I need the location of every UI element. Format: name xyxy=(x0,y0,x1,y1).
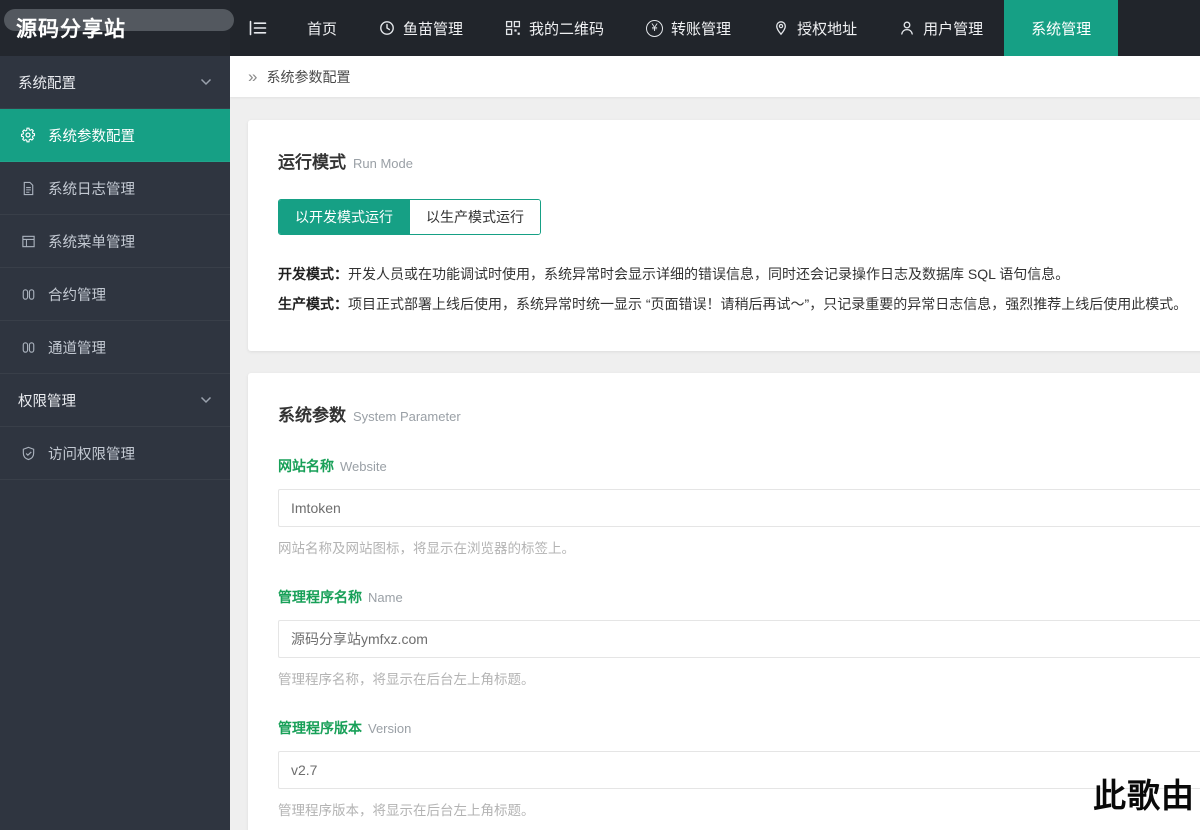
sidebar-item-system-menu-management[interactable]: 系统菜单管理 xyxy=(0,215,230,268)
topbar: 源码分享站 首页 鱼苗管理 我的二维码 ¥ 转账管理 授权地址 用户管理 系统管… xyxy=(0,0,1200,56)
sidebar-item-label: 系统菜单管理 xyxy=(48,234,135,251)
sidebar-item-label: 访问权限管理 xyxy=(48,446,135,463)
system-parameters-card: 系统参数System Parameter 网站名称Website 网站名称及网站… xyxy=(248,373,1200,830)
shield-check-icon xyxy=(18,446,38,461)
sidebar-toggle-button[interactable] xyxy=(230,0,286,56)
run-mode-button-group: 以开发模式运行 以生产模式运行 xyxy=(278,199,541,235)
field-label: 管理程序版本 Version xyxy=(278,720,412,737)
sidebar-section-label: 系统配置 xyxy=(18,75,76,92)
sidebar-item-channel-management[interactable]: 通道管理 xyxy=(0,321,230,374)
sidebar-section-label: 权限管理 xyxy=(18,393,76,410)
clock-icon xyxy=(379,20,395,36)
mode-descriptions: 开发模式：开发人员或在功能调试时使用，系统异常时会显示详细的错误信息，同时还会记… xyxy=(278,259,1200,319)
sidebar-item-access-permission-management[interactable]: 访问权限管理 xyxy=(0,427,230,480)
sidebar-item-system-log-management[interactable]: 系统日志管理 xyxy=(0,162,230,215)
nav-item-fry-management[interactable]: 鱼苗管理 xyxy=(358,0,484,56)
video-subtitle-watermark: 此歌由 xyxy=(1093,776,1195,815)
content: 运行模式 Run Mode 以开发模式运行 以生产模式运行 开发模式：开发人员或在… xyxy=(230,97,1200,830)
field-help-text: 管理程序名称，将显示在后台左上角标题。 xyxy=(278,672,535,688)
dev-mode-button[interactable]: 以开发模式运行 xyxy=(279,200,409,234)
admin-name-field: 管理程序名称Name 管理程序名称，将显示在后台左上角标题。 xyxy=(278,587,1200,688)
card-subtitle: System Parameter xyxy=(353,409,461,425)
dev-mode-description: 开发模式：开发人员或在功能调试时使用，系统异常时会显示详细的错误信息，同时还会记… xyxy=(278,266,1070,282)
contract-icon xyxy=(18,287,38,302)
nav-item-label: 鱼苗管理 xyxy=(403,20,464,38)
sidebar-item-label: 通道管理 xyxy=(48,340,106,357)
prod-mode-button[interactable]: 以生产模式运行 xyxy=(409,200,540,234)
breadcrumb: » 系统参数配置 xyxy=(230,56,1200,97)
menu-icon xyxy=(249,20,267,36)
sidebar-section-permission-management[interactable]: 权限管理 xyxy=(0,374,230,427)
sidebar-item-contract-management[interactable]: 合约管理 xyxy=(0,268,230,321)
nav-item-system-management[interactable]: 系统管理 xyxy=(1004,0,1119,56)
nav-item-label: 授权地址 xyxy=(797,20,858,38)
document-icon xyxy=(18,181,38,196)
nav-item-my-qrcode[interactable]: 我的二维码 xyxy=(484,0,625,56)
field-label: 管理程序名称 Name xyxy=(278,589,403,606)
field-help-text: 网站名称及网站图标，将显示在浏览器的标签上。 xyxy=(278,541,575,557)
sidebar-section-system-config[interactable]: 系统配置 xyxy=(0,56,230,109)
sidebar-item-system-parameter-config[interactable]: 系统参数配置 xyxy=(0,109,230,162)
yen-icon: ¥ xyxy=(646,19,664,37)
menu-table-icon xyxy=(18,234,38,249)
sidebar-item-label: 系统参数配置 xyxy=(48,128,135,145)
qr-code-icon xyxy=(505,20,521,36)
card-title: 系统参数 System Parameter xyxy=(278,406,461,426)
nav-item-home[interactable]: 首页 xyxy=(286,0,358,56)
website-name-input[interactable] xyxy=(278,489,1200,528)
admin-name-input[interactable] xyxy=(278,620,1200,659)
sidebar: 系统配置 系统参数配置 系统日志管理 系统菜单管理 合约管理 通道管理 权限管理… xyxy=(0,56,230,830)
breadcrumb-current: 系统参数配置 xyxy=(266,68,351,85)
breadcrumb-icon: » xyxy=(248,67,258,86)
top-navigation: 首页 鱼苗管理 我的二维码 ¥ 转账管理 授权地址 用户管理 系统管理 xyxy=(230,0,1119,56)
main-area: » 系统参数配置 运行模式 Run Mode 以开发模式运行 以生产模式运行 开发… xyxy=(230,56,1200,830)
sidebar-item-label: 合约管理 xyxy=(48,287,106,304)
chevron-down-icon xyxy=(200,396,212,404)
channel-icon xyxy=(18,340,38,355)
field-label: 网站名称 Website xyxy=(278,458,387,475)
nav-item-label: 首页 xyxy=(307,20,338,38)
map-pin-icon xyxy=(773,20,789,36)
chevron-down-icon xyxy=(200,78,212,86)
run-mode-card: 运行模式 Run Mode 以开发模式运行 以生产模式运行 开发模式：开发人员或在… xyxy=(248,120,1200,352)
website-name-field: 网站名称Website 网站名称及网站图标，将显示在浏览器的标签上。 xyxy=(278,456,1200,557)
nav-item-transfer-management[interactable]: ¥ 转账管理 xyxy=(625,0,752,56)
nav-item-label: 我的二维码 xyxy=(529,20,605,38)
logo-area: 源码分享站 xyxy=(0,0,234,56)
card-title: 运行模式 Run Mode xyxy=(278,153,413,172)
nav-item-authorized-address[interactable]: 授权地址 xyxy=(752,0,878,56)
field-help-text: 管理程序版本，将显示在后台左上角标题。 xyxy=(278,803,535,819)
nav-item-label: 转账管理 xyxy=(671,20,732,38)
sidebar-item-label: 系统日志管理 xyxy=(48,181,135,198)
nav-item-user-management[interactable]: 用户管理 xyxy=(878,0,1004,56)
admin-version-field: 管理程序版本Version 管理程序版本，将显示在后台左上角标题。 xyxy=(278,718,1200,819)
user-icon xyxy=(899,20,915,36)
nav-item-label: 系统管理 xyxy=(1031,20,1092,38)
nav-item-label: 用户管理 xyxy=(923,20,984,38)
gear-icon xyxy=(18,127,38,143)
admin-version-input[interactable] xyxy=(278,751,1200,790)
app-title: 源码分享站 xyxy=(16,18,126,41)
prod-mode-description: 生产模式：项目正式部署上线后使用，系统异常时统一显示 “页面错误！请稍后再试～”… xyxy=(278,296,1188,313)
card-subtitle: Run Mode xyxy=(353,156,413,171)
